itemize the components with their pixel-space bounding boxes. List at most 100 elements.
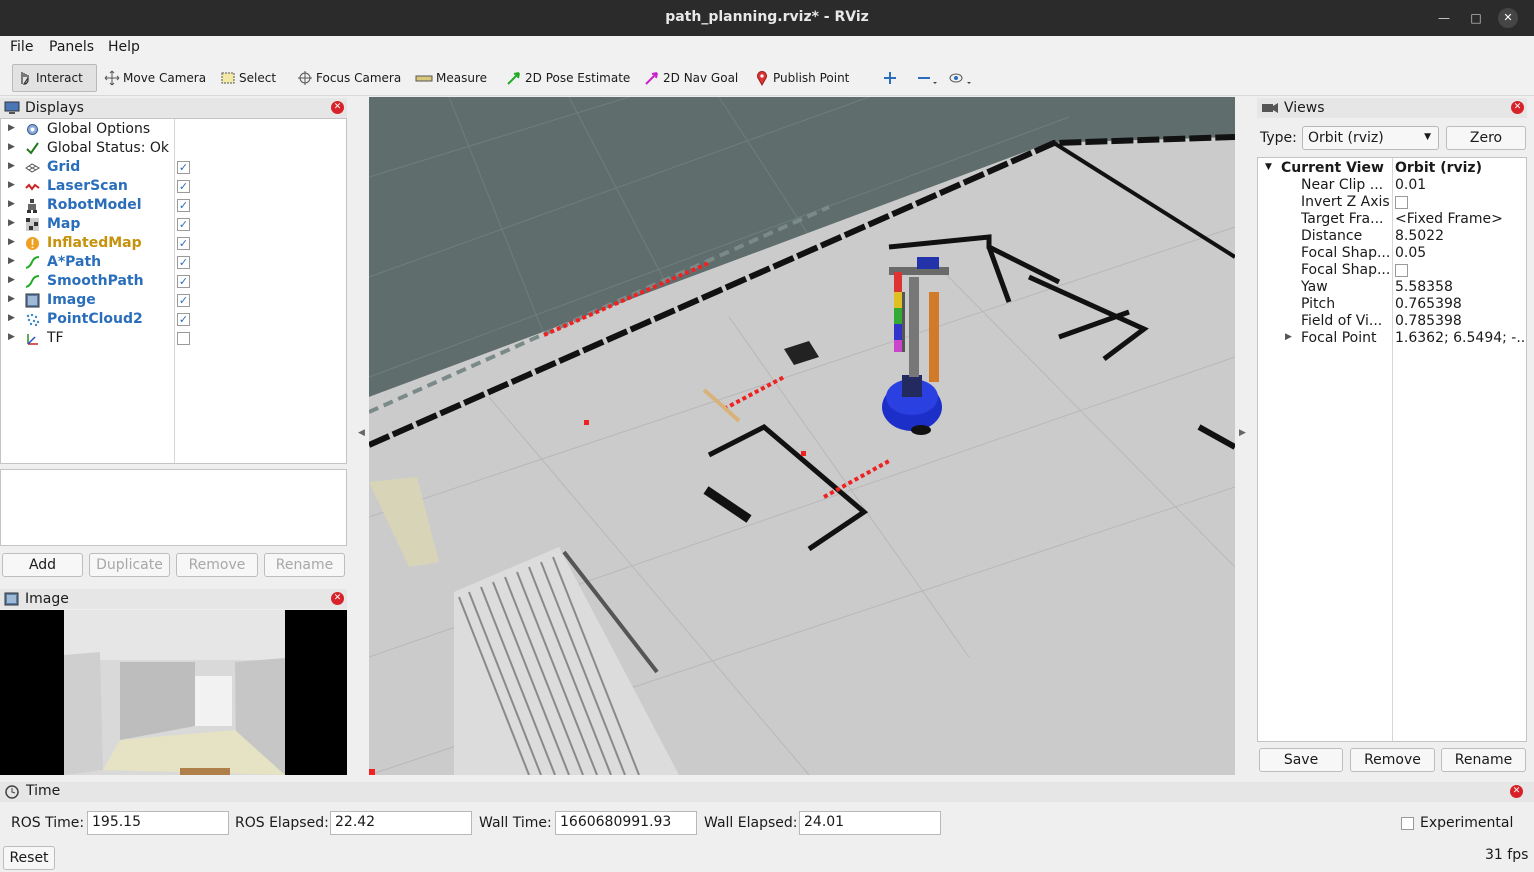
display-item-smoothpath[interactable]: ▶ SmoothPath ✓: [1, 272, 346, 291]
display-enabled-checkbox[interactable]: ✓: [177, 313, 190, 326]
rename-display-button[interactable]: Rename: [264, 553, 345, 577]
prop-value[interactable]: <Fixed Frame>: [1395, 211, 1525, 227]
save-view-button[interactable]: Save: [1259, 748, 1343, 772]
expand-arrow-icon[interactable]: ▶: [1285, 332, 1292, 342]
focal-shape-checkbox[interactable]: [1395, 264, 1408, 277]
publish-point-tool-button[interactable]: Publish Point: [750, 64, 853, 92]
remove-tool-button[interactable]: [912, 64, 945, 92]
menu-file[interactable]: File: [10, 39, 33, 55]
display-enabled-checkbox[interactable]: ✓: [177, 256, 190, 269]
display-item-astar-path[interactable]: ▶ A*Path ✓: [1, 253, 346, 272]
display-enabled-checkbox[interactable]: ✓: [177, 294, 190, 307]
display-enabled-checkbox[interactable]: ✓: [177, 275, 190, 288]
duplicate-display-button[interactable]: Duplicate: [89, 553, 170, 577]
time-panel-close-icon[interactable]: ✕: [1510, 785, 1523, 798]
expand-arrow-icon[interactable]: ▶: [8, 237, 15, 247]
menu-panels[interactable]: Panels: [49, 39, 94, 55]
display-item-robotmodel[interactable]: ▶ RobotModel ✓: [1, 196, 346, 215]
remove-view-button[interactable]: Remove: [1350, 748, 1435, 772]
display-item-inflatedmap[interactable]: ▶ InflatedMap ✓: [1, 234, 346, 253]
prop-value[interactable]: 5.58358: [1395, 279, 1525, 295]
prop-yaw[interactable]: Yaw 5.58358: [1258, 279, 1526, 296]
close-icon[interactable]: ✕: [1498, 8, 1518, 28]
display-item-laserscan[interactable]: ▶ LaserScan ✓: [1, 177, 346, 196]
clock-icon: [5, 785, 19, 799]
display-item-pointcloud2[interactable]: ▶ PointCloud2 ✓: [1, 310, 346, 329]
display-enabled-checkbox[interactable]: [177, 332, 190, 345]
prop-invert-z[interactable]: Invert Z Axis: [1258, 194, 1526, 211]
focus-camera-tool-button[interactable]: Focus Camera: [293, 64, 405, 92]
prop-pitch[interactable]: Pitch 0.765398: [1258, 296, 1526, 313]
ros-elapsed-field[interactable]: 22.42: [330, 811, 472, 835]
move-camera-tool-button[interactable]: Move Camera: [100, 64, 210, 92]
expand-arrow-icon[interactable]: ▶: [8, 218, 15, 228]
zero-button[interactable]: Zero: [1446, 126, 1526, 150]
maximize-icon[interactable]: □: [1466, 8, 1486, 28]
prop-value[interactable]: 1.6362; 6.5494; -...: [1395, 330, 1525, 346]
menu-help[interactable]: Help: [108, 39, 140, 55]
expand-arrow-icon[interactable]: ▶: [8, 332, 15, 342]
prop-key: Pitch: [1301, 296, 1336, 312]
display-item-tf[interactable]: ▶ TF: [1, 329, 346, 348]
expand-arrow-icon[interactable]: ▶: [8, 256, 15, 266]
expand-arrow-icon[interactable]: ▶: [8, 294, 15, 304]
wall-time-field[interactable]: 1660680991.93: [555, 811, 697, 835]
display-item-image[interactable]: ▶ Image ✓: [1, 291, 346, 310]
expand-arrow-icon[interactable]: ▶: [8, 275, 15, 285]
expand-arrow-icon[interactable]: ▶: [8, 142, 15, 152]
display-item-map[interactable]: ▶ Map ✓: [1, 215, 346, 234]
prop-focal-point[interactable]: ▶ Focal Point 1.6362; 6.5494; -...: [1258, 330, 1526, 347]
views-close-icon[interactable]: ✕: [1511, 101, 1524, 114]
invert-z-checkbox[interactable]: [1395, 196, 1408, 209]
ros-time-field[interactable]: 195.15: [87, 811, 229, 835]
prop-focal-shape-size[interactable]: Focal Shap... 0.05: [1258, 245, 1526, 262]
prop-field-of-view[interactable]: Field of Vi... 0.785398: [1258, 313, 1526, 330]
collapse-left-icon[interactable]: ◀: [358, 428, 365, 438]
prop-key: Focal Shap...: [1301, 245, 1391, 261]
select-tool-button[interactable]: Select: [216, 64, 280, 92]
measure-tool-button[interactable]: Measure: [411, 64, 491, 92]
wall-elapsed-field[interactable]: 24.01: [799, 811, 941, 835]
expand-arrow-icon[interactable]: ▶: [8, 161, 15, 171]
display-enabled-checkbox[interactable]: ✓: [177, 218, 190, 231]
expand-arrow-icon[interactable]: ▶: [8, 199, 15, 209]
collapse-right-icon[interactable]: ▶: [1239, 428, 1246, 438]
display-item-global-status[interactable]: ▶ Global Status: Ok: [1, 139, 346, 158]
3d-viewport[interactable]: [369, 97, 1235, 775]
rename-view-button[interactable]: Rename: [1441, 748, 1526, 772]
display-enabled-checkbox[interactable]: ✓: [177, 199, 190, 212]
prop-target-frame[interactable]: Target Fra... <Fixed Frame>: [1258, 211, 1526, 228]
reset-button[interactable]: Reset: [3, 846, 55, 870]
minimize-icon[interactable]: —: [1434, 8, 1454, 28]
view-options-button[interactable]: [944, 64, 979, 92]
display-enabled-checkbox[interactable]: ✓: [177, 180, 190, 193]
display-item-global-options[interactable]: ▶ Global Options: [1, 120, 346, 139]
current-view-row[interactable]: ▼ Current View Orbit (rviz): [1258, 160, 1526, 177]
prop-value[interactable]: 0.785398: [1395, 313, 1525, 329]
view-type-select[interactable]: Orbit (rviz) ▼: [1302, 126, 1439, 150]
expand-arrow-icon[interactable]: ▶: [8, 313, 15, 323]
prop-near-clip[interactable]: Near Clip ... 0.01: [1258, 177, 1526, 194]
expand-arrow-icon[interactable]: ▶: [8, 180, 15, 190]
prop-value[interactable]: 0.05: [1395, 245, 1525, 261]
interact-tool-button[interactable]: Interact: [12, 64, 97, 92]
prop-focal-shape-fixed[interactable]: Focal Shap...: [1258, 262, 1526, 279]
collapse-arrow-icon[interactable]: ▼: [1265, 162, 1272, 172]
3d-scene: [369, 97, 1235, 775]
nav-goal-tool-button[interactable]: 2D Nav Goal: [640, 64, 742, 92]
add-tool-button[interactable]: [878, 64, 905, 92]
pose-estimate-tool-button[interactable]: 2D Pose Estimate: [502, 64, 634, 92]
prop-value[interactable]: 8.5022: [1395, 228, 1525, 244]
display-enabled-checkbox[interactable]: ✓: [177, 237, 190, 250]
remove-display-button[interactable]: Remove: [176, 553, 258, 577]
experimental-checkbox[interactable]: [1401, 817, 1414, 830]
display-item-grid[interactable]: ▶ Grid ✓: [1, 158, 346, 177]
add-display-button[interactable]: Add: [2, 553, 83, 577]
prop-distance[interactable]: Distance 8.5022: [1258, 228, 1526, 245]
prop-value[interactable]: 0.01: [1395, 177, 1525, 193]
display-enabled-checkbox[interactable]: ✓: [177, 161, 190, 174]
image-panel-close-icon[interactable]: ✕: [331, 592, 344, 605]
prop-value[interactable]: 0.765398: [1395, 296, 1525, 312]
displays-close-icon[interactable]: ✕: [331, 101, 344, 114]
expand-arrow-icon[interactable]: ▶: [8, 123, 15, 133]
